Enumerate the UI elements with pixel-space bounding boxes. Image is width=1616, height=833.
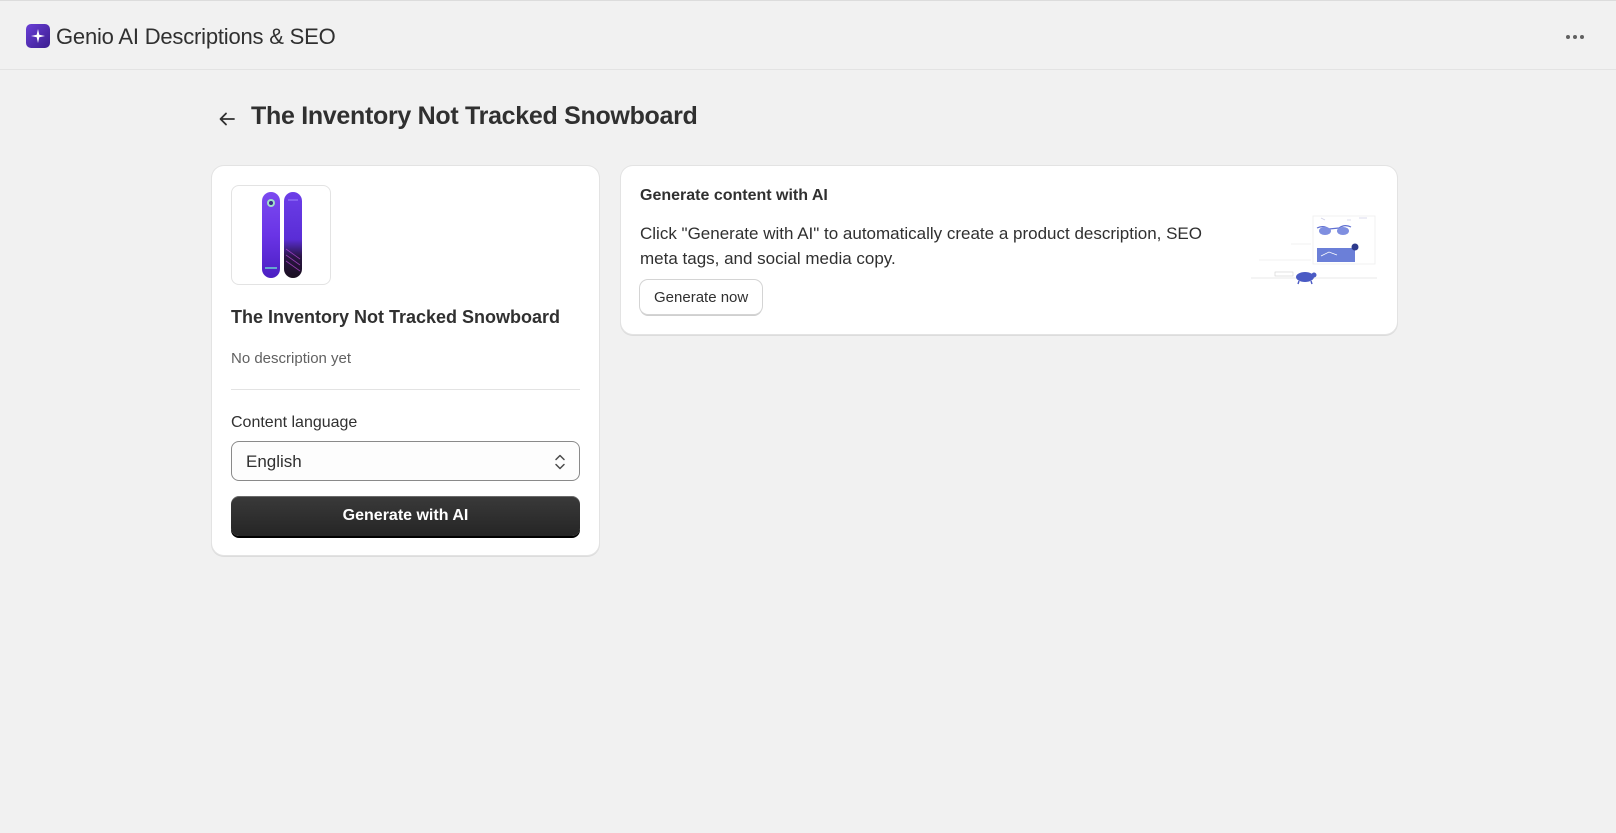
back-button[interactable]	[212, 104, 242, 134]
snowboard-image	[262, 192, 302, 278]
ai-content-illustration	[1251, 215, 1377, 285]
generate-content-card: Generate content with AI Click "Generate…	[621, 166, 1397, 334]
description-status: No description yet	[231, 350, 352, 367]
content-language-label: Content language	[231, 414, 358, 431]
content-language-value: English	[246, 452, 302, 471]
product-card: The Inventory Not Tracked Snowboard No d…	[212, 166, 599, 555]
product-thumbnail	[231, 185, 331, 285]
more-horizontal-icon[interactable]	[1560, 25, 1590, 49]
generate-card-title: Generate content with AI	[640, 187, 828, 204]
app-title: Genio AI Descriptions & SEO	[56, 24, 336, 49]
divider	[231, 389, 580, 390]
arrow-left-icon	[219, 112, 235, 126]
generate-card-description: Click "Generate with AI" to automaticall…	[640, 224, 1202, 268]
page-title: The Inventory Not Tracked Snowboard	[251, 102, 698, 130]
chevron-up-down-icon	[555, 454, 565, 470]
generate-now-button[interactable]: Generate now	[640, 280, 763, 314]
content-language-select[interactable]: English	[231, 441, 580, 481]
generate-with-ai-button[interactable]: Generate with AI	[231, 496, 580, 536]
product-name: The Inventory Not Tracked Snowboard	[231, 307, 561, 327]
sparkle-icon	[26, 24, 50, 48]
app-header: Genio AI Descriptions & SEO	[0, 0, 1616, 70]
